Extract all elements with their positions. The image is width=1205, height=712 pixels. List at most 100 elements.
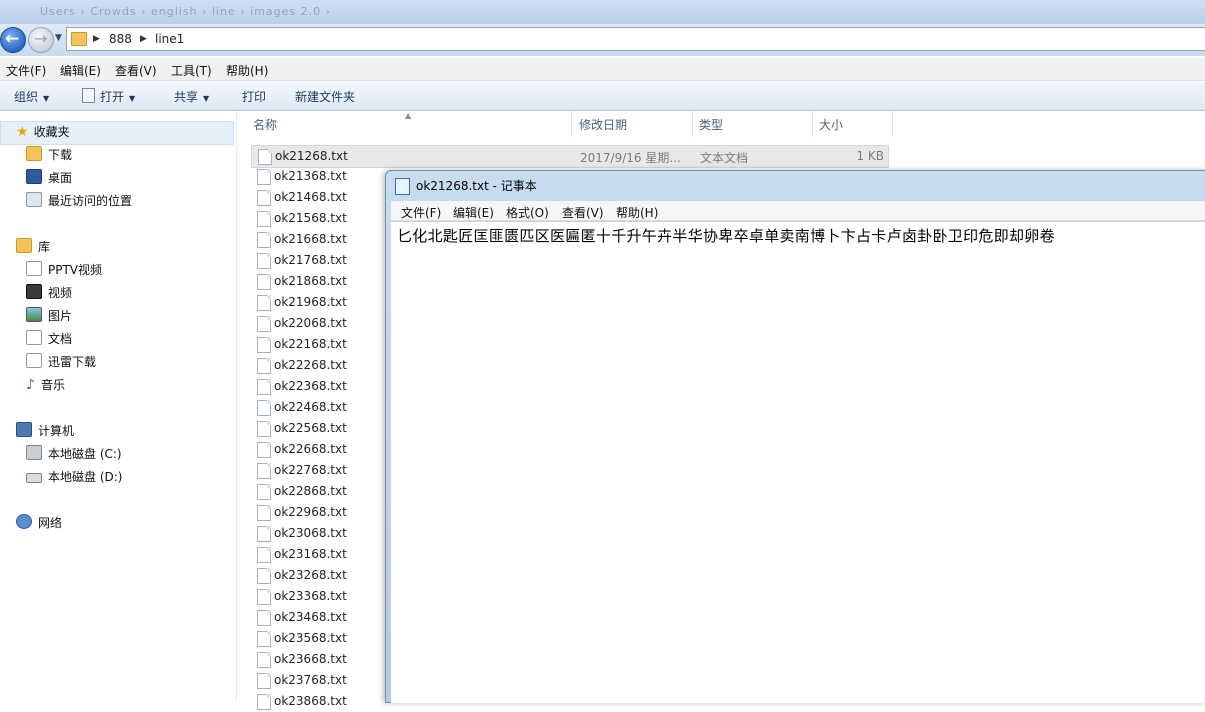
column-divider[interactable] bbox=[892, 111, 893, 137]
share-label: 共享 bbox=[174, 90, 199, 104]
sort-ascending-icon: ▲ bbox=[405, 111, 412, 120]
text-file-icon bbox=[257, 610, 271, 626]
file-name: ok21368.txt bbox=[274, 169, 347, 183]
open-label: 打开 bbox=[100, 90, 125, 104]
menu-tools[interactable]: 工具(T) bbox=[171, 62, 212, 79]
nav-item-music[interactable]: ♪ 音乐 bbox=[26, 376, 65, 394]
breadcrumb-888[interactable]: 888 bbox=[109, 32, 132, 46]
nav-item-thunder[interactable]: 迅雷下载 bbox=[26, 353, 96, 371]
menu-help[interactable]: 帮助(H) bbox=[226, 62, 268, 79]
desktop-icon bbox=[26, 169, 42, 184]
text-file-icon bbox=[257, 694, 271, 710]
file-name: ok21868.txt bbox=[274, 274, 347, 288]
nav-favorites[interactable]: ★ 收藏夹 bbox=[16, 123, 70, 141]
address-bar[interactable]: ▶ 888 ▶ line1 bbox=[66, 27, 1205, 51]
text-file-icon bbox=[257, 337, 271, 353]
menu-edit[interactable]: 编辑(E) bbox=[60, 62, 101, 79]
column-header-name[interactable]: 名称 bbox=[253, 116, 277, 140]
column-header-size[interactable]: 大小 bbox=[819, 116, 843, 140]
breadcrumb-separator-icon[interactable]: ▶ bbox=[140, 34, 147, 44]
text-file-icon bbox=[257, 442, 271, 458]
text-file-icon bbox=[257, 400, 271, 416]
organize-button[interactable]: 组织 ▼ bbox=[14, 88, 49, 105]
file-name: ok23868.txt bbox=[274, 694, 347, 708]
open-file-icon bbox=[82, 88, 95, 103]
notepad-menu-file[interactable]: 文件(F) bbox=[401, 204, 441, 221]
nav-network[interactable]: 网络 bbox=[16, 514, 62, 532]
file-name: ok21268.txt bbox=[275, 149, 348, 163]
notepad-menu-edit[interactable]: 编辑(E) bbox=[453, 204, 494, 221]
text-file-icon bbox=[257, 316, 271, 332]
recent-places-icon bbox=[26, 192, 42, 207]
share-button[interactable]: 共享 ▼ bbox=[174, 88, 209, 105]
nav-item-label: 文档 bbox=[48, 332, 73, 346]
text-file-icon bbox=[257, 190, 271, 206]
column-header-date[interactable]: 修改日期 bbox=[579, 116, 627, 140]
computer-icon bbox=[16, 422, 32, 437]
notepad-window[interactable]: ok21268.txt - 记事本 文件(F) 编辑(E) 格式(O) 查看(V… bbox=[385, 170, 1205, 703]
nav-item-documents[interactable]: 文档 bbox=[26, 330, 72, 348]
new-folder-button[interactable]: 新建文件夹 bbox=[295, 88, 355, 105]
file-name: ok22468.txt bbox=[274, 400, 347, 414]
notepad-menu-bar: 文件(F) 编辑(E) 格式(O) 查看(V) 帮助(H) bbox=[391, 201, 1205, 221]
text-file-icon bbox=[257, 526, 271, 542]
video-icon bbox=[26, 284, 42, 299]
menu-file[interactable]: 文件(F) bbox=[6, 62, 46, 79]
navigation-pane: ★ 收藏夹 下载 桌面 最近访问的位置 库 PPTV视频 视频 图片 文档 迅雷下… bbox=[0, 111, 237, 701]
menu-view[interactable]: 查看(V) bbox=[115, 62, 157, 79]
music-note-icon: ♪ bbox=[26, 377, 35, 393]
chevron-down-icon: ▼ bbox=[129, 94, 136, 103]
star-icon: ★ bbox=[16, 124, 29, 140]
nav-item-recent[interactable]: 最近访问的位置 bbox=[26, 192, 132, 210]
forward-button[interactable]: → bbox=[28, 27, 54, 53]
chevron-down-icon: ▼ bbox=[203, 94, 210, 103]
recent-pages-dropdown-icon[interactable]: ▼ bbox=[55, 33, 62, 43]
file-name: ok22768.txt bbox=[274, 463, 347, 477]
file-name: ok22968.txt bbox=[274, 505, 347, 519]
nav-item-pictures[interactable]: 图片 bbox=[26, 307, 72, 325]
notepad-menu-help[interactable]: 帮助(H) bbox=[616, 204, 658, 221]
nav-item-label: 本地磁盘 (D:) bbox=[48, 470, 123, 484]
column-header-type[interactable]: 类型 bbox=[699, 116, 723, 140]
back-button[interactable]: ← bbox=[0, 27, 26, 53]
breadcrumb-line1[interactable]: line1 bbox=[155, 32, 184, 46]
file-name: ok21768.txt bbox=[274, 253, 347, 267]
text-file-icon bbox=[257, 547, 271, 563]
nav-item-label: 下载 bbox=[48, 148, 73, 162]
file-name: ok23368.txt bbox=[274, 589, 347, 603]
print-button[interactable]: 打印 bbox=[242, 88, 266, 105]
notepad-icon bbox=[395, 178, 410, 195]
column-divider[interactable] bbox=[692, 111, 693, 137]
breadcrumb-separator-icon[interactable]: ▶ bbox=[93, 34, 100, 44]
file-name: ok21468.txt bbox=[274, 190, 347, 204]
file-row[interactable]: ok21268.txt 2017/9/16 星期... 文本文档 1 KB bbox=[251, 145, 889, 168]
nav-libraries[interactable]: 库 bbox=[16, 238, 50, 256]
library-icon bbox=[16, 238, 32, 253]
nav-item-videos[interactable]: 视频 bbox=[26, 284, 72, 302]
notepad-menu-view[interactable]: 查看(V) bbox=[562, 204, 604, 221]
column-divider[interactable] bbox=[812, 111, 813, 137]
file-name: ok21568.txt bbox=[274, 211, 347, 225]
column-divider[interactable] bbox=[571, 111, 572, 137]
nav-item-drive-d[interactable]: 本地磁盘 (D:) bbox=[26, 468, 122, 486]
nav-item-pptv[interactable]: PPTV视频 bbox=[26, 261, 102, 279]
text-file-icon bbox=[257, 295, 271, 311]
file-name: ok22168.txt bbox=[274, 337, 347, 351]
thunder-download-icon bbox=[26, 353, 42, 368]
window-title-bar[interactable]: Users › Crowds › english › line › images… bbox=[0, 0, 1205, 24]
file-name: ok23268.txt bbox=[274, 568, 347, 582]
nav-item-desktop[interactable]: 桌面 bbox=[26, 169, 72, 187]
open-button[interactable]: 打开 ▼ bbox=[82, 88, 135, 105]
command-bar: 组织 ▼ 打开 ▼ 共享 ▼ 打印 新建文件夹 bbox=[0, 81, 1205, 111]
nav-item-downloads[interactable]: 下载 bbox=[26, 146, 72, 164]
nav-libraries-label: 库 bbox=[38, 240, 51, 254]
notepad-text-area[interactable]: 匕化北匙匠匡匪匮匹区医匾匿十千升午卉半华协卑卒卓单卖南博卜卞占卡卢卤卦卧卫印危即… bbox=[391, 221, 1205, 703]
notepad-menu-format[interactable]: 格式(O) bbox=[506, 204, 549, 221]
text-file-icon bbox=[257, 379, 271, 395]
nav-item-drive-c[interactable]: 本地磁盘 (C:) bbox=[26, 445, 122, 463]
text-file-icon bbox=[257, 358, 271, 374]
file-name: ok22668.txt bbox=[274, 442, 347, 456]
nav-computer[interactable]: 计算机 bbox=[16, 422, 74, 440]
download-folder-icon bbox=[26, 146, 42, 161]
text-file-icon bbox=[257, 484, 271, 500]
